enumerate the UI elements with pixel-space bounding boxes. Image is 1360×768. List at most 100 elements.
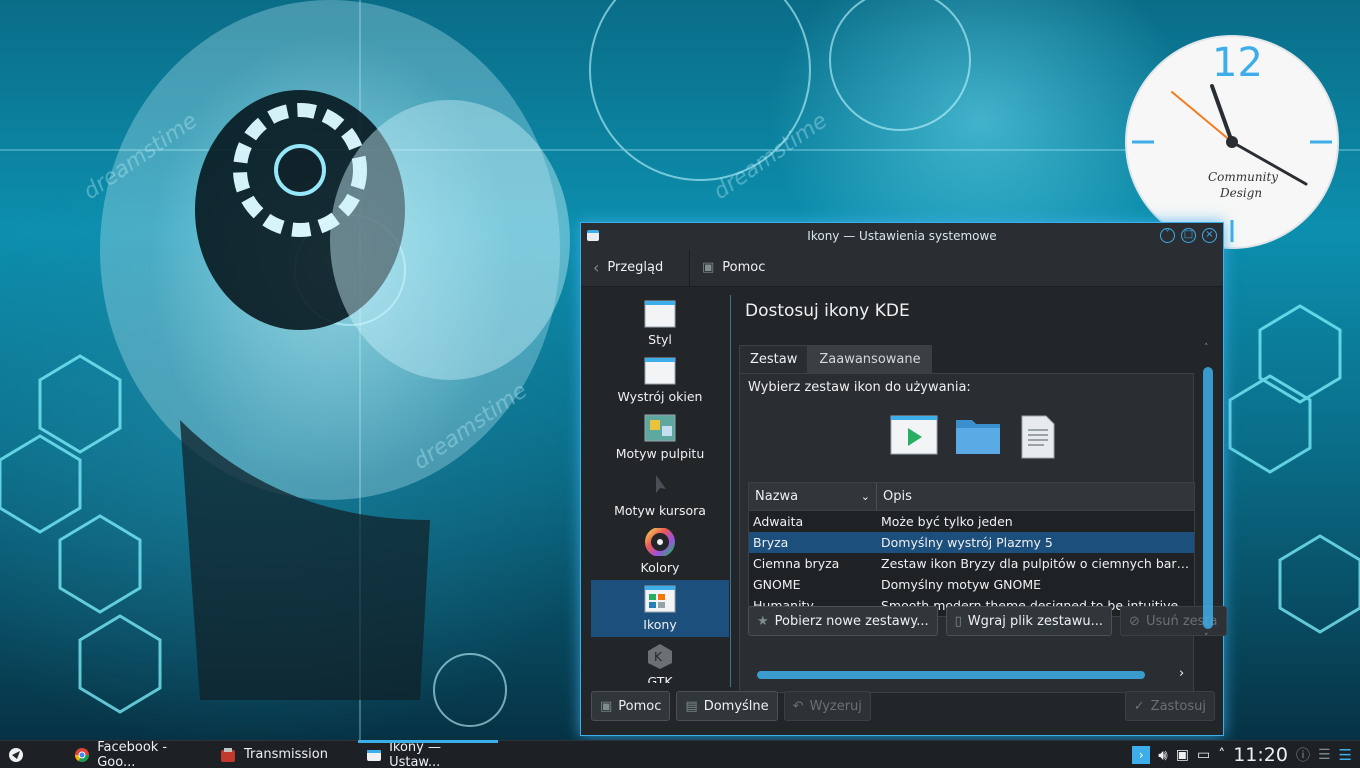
dialog-footer: ▣ Pomoc ▤ Domyślne ↶ Wyzeruj ✓ Zastosuj — [591, 691, 1215, 723]
media-player-icon — [890, 415, 938, 455]
horizontal-scroll-thumb[interactable] — [757, 671, 1145, 679]
theme-description: Zestaw ikon Bryzy dla pulpitów o ciemnyc… — [881, 556, 1194, 571]
clock-brand-line1: Community — [1208, 170, 1279, 184]
table-row[interactable]: Bryza Domyślny wystrój Plazmy 5 — [749, 532, 1194, 553]
text-file-icon — [1021, 415, 1055, 459]
sidebar-item-kolory[interactable]: Kolory — [591, 523, 729, 580]
task-facebook[interactable]: Facebook - Goo... — [66, 739, 212, 768]
chrome-icon — [75, 747, 89, 762]
panel-settings-icon[interactable]: ☰ — [1318, 747, 1331, 763]
notifications-icon[interactable]: ⓘ — [1296, 745, 1310, 765]
maximize-button[interactable]: □ — [1181, 228, 1196, 243]
tab-zestaw[interactable]: Zestaw — [739, 345, 809, 373]
application-launcher[interactable] — [0, 741, 32, 768]
scroll-down-icon[interactable]: ˅ — [1204, 633, 1209, 643]
svg-text:K: K — [654, 650, 663, 664]
show-desktop-icon[interactable]: ☰ — [1339, 746, 1352, 764]
cursor-icon — [644, 471, 676, 499]
get-new-themes-button[interactable]: ★ Pobierz nowe zestawy... — [748, 606, 938, 636]
analog-clock-widget[interactable]: 12 Community Design — [1124, 34, 1340, 250]
vertical-scroll-thumb[interactable] — [1203, 367, 1213, 629]
star-icon: ★ — [757, 613, 769, 629]
transmission-icon — [221, 747, 235, 762]
task-transmission[interactable]: Transmission — [212, 741, 358, 768]
theme-description: Domyślny wystrój Plazmy 5 — [881, 535, 1053, 550]
theme-name: Adwaita — [753, 514, 804, 529]
apply-button[interactable]: ✓ Zastosuj — [1124, 691, 1215, 721]
help-toolbar-label: Pomoc — [722, 260, 766, 275]
volume-icon[interactable]: 🔊︎ — [1158, 746, 1167, 764]
system-tray: › 🔊︎ ▣ ▭ ˄ 11:20 ⓘ ☰ ☰ — [1132, 741, 1360, 768]
clock-hour-label: 12 — [1212, 40, 1263, 86]
settings-app-icon — [587, 230, 599, 241]
window-icon — [644, 357, 676, 385]
minimize-button[interactable]: ˅ — [1160, 228, 1175, 243]
checkmark-icon: ✓ — [1133, 698, 1145, 714]
sidebar-item-gtk[interactable]: K GTK — [591, 637, 729, 683]
chevron-left-icon: ‹ — [593, 258, 600, 277]
chevron-down-icon: ⌄ — [860, 490, 870, 503]
table-row[interactable]: Adwaita Może być tylko jeden — [749, 511, 1194, 532]
task-label: Facebook - Goo... — [97, 739, 168, 768]
close-button[interactable]: × — [1202, 228, 1217, 243]
file-icon: ▯ — [954, 613, 962, 629]
sidebar-item-motyw-kursora[interactable]: Motyw kursora — [591, 466, 729, 523]
sidebar-item-styl[interactable]: Styl — [591, 295, 729, 352]
help-icon: ▣ — [702, 260, 715, 275]
column-header-opis[interactable]: Opis — [877, 483, 912, 510]
tab-zaawansowane[interactable]: Zaawansowane — [808, 345, 932, 373]
help-button[interactable]: ▣ Pomoc — [591, 691, 671, 721]
svg-text:dreamstime: dreamstime — [709, 108, 832, 205]
table-row[interactable]: GNOME Domyślny motyw GNOME — [749, 574, 1194, 595]
sidebar-item-label: Styl — [648, 332, 672, 347]
horizontal-scrollbar[interactable]: › — [757, 666, 1189, 681]
column-header-nazwa[interactable]: Nazwa ⌄ — [749, 483, 877, 510]
display-icon[interactable]: ▭ — [1197, 747, 1210, 763]
task-settings[interactable]: Ikony — Ustaw... — [358, 739, 498, 768]
reset-button[interactable]: ↶ Wyzeruj — [783, 691, 871, 721]
sidebar-item-label: Kolory — [640, 560, 680, 575]
sidebar-item-ikony[interactable]: Ikony — [591, 580, 729, 637]
theme-hint-label: Wybierz zestaw ikon do używania: — [748, 380, 971, 395]
sidebar-item-label: Motyw pulpitu — [615, 446, 705, 461]
overview-label: Przegląd — [607, 260, 664, 275]
icon-theme-table: Nazwa ⌄ Opis Adwaita Może być tylko jede… — [748, 482, 1195, 617]
tab-panel: Wybierz zestaw ikon do używania: Nazwa ⌄ — [739, 373, 1227, 693]
help-toolbar-button[interactable]: ▣ Pomoc — [690, 249, 777, 286]
scroll-right-icon[interactable]: › — [1179, 666, 1184, 681]
icon-preview-row — [890, 414, 1058, 460]
desktop-pager[interactable] — [32, 741, 66, 768]
overview-button[interactable]: ‹ Przegląd — [581, 249, 689, 286]
task-label: Ikony — Ustaw... — [389, 739, 441, 768]
theme-description: Może być tylko jeden — [881, 514, 1013, 529]
transmission-tray-icon[interactable]: ▣ — [1176, 747, 1189, 763]
tab-bar: Zestaw Zaawansowane — [739, 345, 932, 373]
table-row[interactable]: Ciemna bryza Zestaw ikon Bryzy dla pulpi… — [749, 553, 1194, 574]
digital-clock[interactable]: 11:20 — [1233, 744, 1288, 766]
sidebar-divider — [730, 295, 731, 687]
scroll-up-icon[interactable]: ˄ — [1204, 343, 1209, 353]
color-wheel-icon — [644, 528, 676, 556]
window-titlebar[interactable]: Ikony — Ustawienia systemowe ˅ □ × — [581, 223, 1223, 249]
icons-settings-content: Dostosuj ikony KDE Zestaw Zaawansowane W… — [739, 295, 1227, 693]
window-title: Ikony — Ustawienia systemowe — [807, 229, 997, 243]
defaults-button[interactable]: ▤ Domyślne — [676, 691, 778, 721]
sidebar-item-motyw-pulpitu[interactable]: Motyw pulpitu — [591, 409, 729, 466]
install-theme-file-button[interactable]: ▯ Wgraj plik zestawu... — [945, 606, 1113, 636]
settings-icon — [367, 749, 381, 761]
sidebar-item-label: Wystrój okien — [617, 389, 703, 404]
theme-action-buttons: ★ Pobierz nowe zestawy... ▯ Wgraj plik z… — [748, 606, 1227, 636]
window-icon — [644, 300, 676, 328]
theme-name: GNOME — [753, 577, 801, 592]
chevron-up-icon[interactable]: ˄ — [1218, 747, 1225, 763]
theme-name: Ciemna bryza — [753, 556, 840, 571]
folder-icon — [956, 420, 1000, 454]
kde-connect-icon[interactable]: › — [1132, 746, 1151, 764]
theme-description: Domyślny motyw GNOME — [881, 577, 1042, 592]
window-toolbar: ‹ Przegląd ▣ Pomoc — [581, 249, 1223, 287]
clock-brand-line2: Design — [1220, 186, 1263, 200]
sidebar-item-wystroj-okien[interactable]: Wystrój okien — [591, 352, 729, 409]
remove-icon: ⊘ — [1129, 613, 1140, 629]
vertical-scrollbar[interactable]: ˄ ˅ — [1203, 343, 1213, 643]
launcher-icon — [9, 747, 23, 762]
